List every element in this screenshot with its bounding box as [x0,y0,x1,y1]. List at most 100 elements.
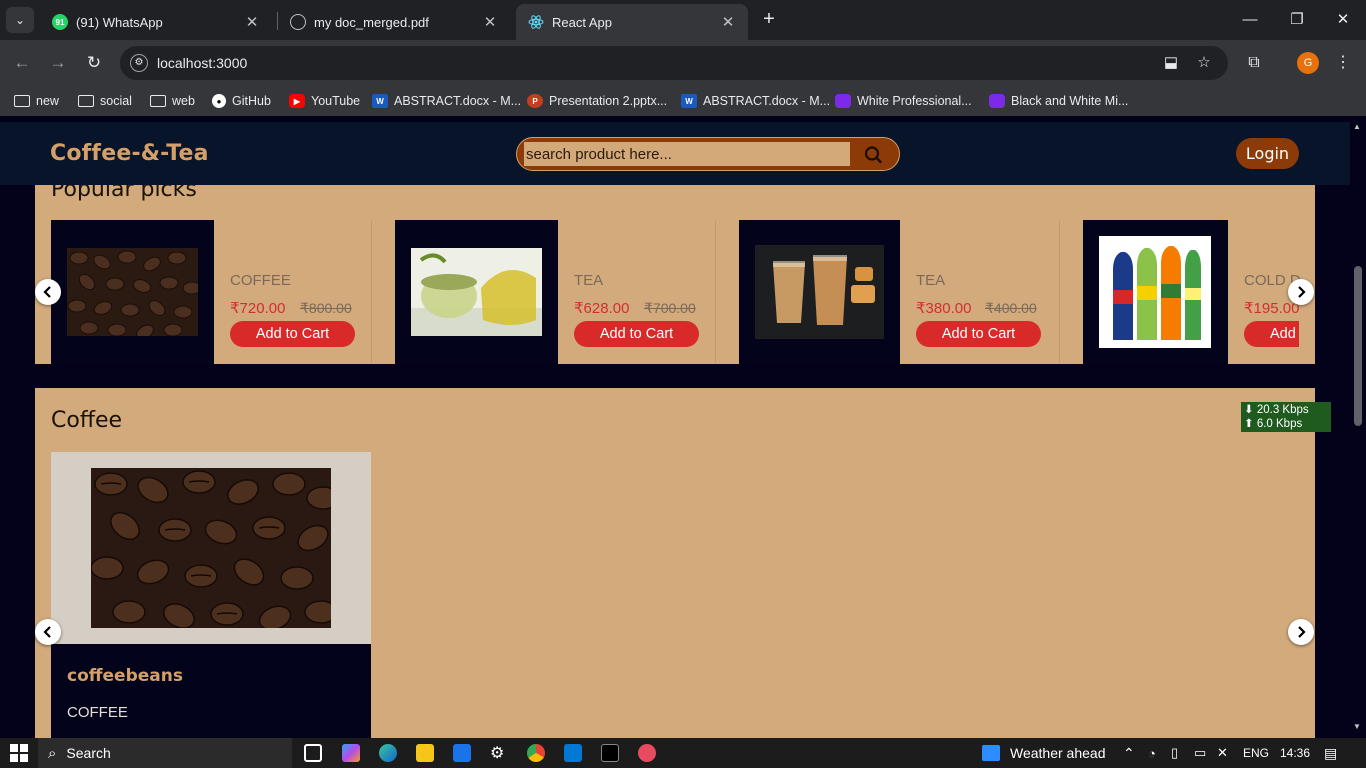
tab-react-app[interactable]: React App ✕ [516,4,748,40]
tab-whatsapp[interactable]: 91 (91) WhatsApp ✕ [40,4,272,40]
back-icon[interactable]: ← [10,51,34,75]
bookmark-github[interactable]: ● GitHub [212,91,271,111]
coffee-beans-image [67,248,198,336]
bookmark-star-icon[interactable]: ☆ [1194,54,1214,72]
product-category: COFFEE [67,704,128,721]
carousel-prev-button[interactable] [35,619,61,645]
language-indicator[interactable]: ENG [1243,743,1269,763]
weather-label: Weather ahead [1010,745,1106,761]
extensions-icon[interactable]: ⧉ [1242,51,1266,75]
product-name: coffeebeans [67,666,183,686]
green-tea-image [411,248,542,336]
volume-muted-icon[interactable]: ✕ [1217,743,1228,763]
bookmark-presentation[interactable]: P Presentation 2.pptx... [527,91,667,111]
product-image-box [395,220,558,364]
install-app-icon[interactable]: ⬓ [1161,54,1181,72]
clock[interactable]: 14:36 [1280,743,1310,763]
copilot-icon[interactable] [342,744,360,762]
bookmark-label: new [36,94,59,108]
bookmark-abstract-1[interactable]: W ABSTRACT.docx - M... [372,91,521,111]
page-viewport: Coffee-&-Tea Login Popular picks [0,116,1366,738]
search-input[interactable] [524,142,850,166]
windows-start-icon[interactable] [10,743,28,763]
bookmark-label: Presentation 2.pptx... [549,94,668,108]
profile-avatar[interactable]: G [1297,52,1319,74]
close-tab-icon[interactable]: ✕ [720,13,736,31]
add-to-cart-button[interactable]: Add [1244,321,1299,347]
search-bar [516,137,900,171]
search-icon[interactable] [859,143,887,167]
terminal-icon[interactable] [601,744,619,762]
product-card[interactable]: COLD D ₹195.00 Add [1083,220,1315,364]
bookmark-youtube[interactable]: ▶ YouTube [289,91,360,111]
scrollbar-thumb[interactable] [1354,266,1362,426]
bookmark-white-professional[interactable]: White Professional... [835,91,972,111]
product-old-price: ₹400.00 [985,300,1037,316]
folder-icon [150,95,166,107]
bookmark-folder-new[interactable]: new [14,91,59,111]
wifi-icon[interactable]: ◔ [1148,743,1156,763]
edge-icon[interactable] [379,744,397,762]
restore-icon[interactable]: ❐ [1285,8,1309,32]
close-tab-icon[interactable]: ✕ [482,13,498,31]
new-tab-button[interactable]: + [758,8,780,32]
chrome-icon[interactable] [527,744,545,762]
word-icon: W [372,94,388,108]
site-logo[interactable]: Coffee-&-Tea [50,141,209,166]
carousel-next-button[interactable] [1288,619,1314,645]
chevron-right-icon [1298,626,1306,638]
bookmark-label: social [100,94,132,108]
carousel-next-button[interactable] [1288,279,1314,305]
tab-pdf[interactable]: my doc_merged.pdf ✕ [278,4,510,40]
chevron-right-icon [1298,286,1306,298]
bookmark-black-white[interactable]: Black and White Mi... [989,91,1128,111]
add-to-cart-button[interactable]: Add to Cart [574,321,699,347]
phone-link-icon[interactable]: ▯ [1171,743,1178,763]
browser-toolbar: ← → ↻ ⚙ localhost:3000 ⬓ ☆ ⧉ G ⋮ [0,40,1366,86]
address-bar[interactable]: ⚙ localhost:3000 ⬓ ☆ [120,46,1228,80]
carousel-prev-button[interactable] [35,279,61,305]
react-icon [528,14,544,30]
forward-icon[interactable]: → [46,51,70,75]
settings-icon[interactable]: ⚙ [490,743,504,763]
close-tab-icon[interactable]: ✕ [244,13,260,31]
bookmark-label: YouTube [311,94,361,108]
bookmark-abstract-2[interactable]: W ABSTRACT.docx - M... [681,91,830,111]
product-card[interactable]: COFFEE ₹720.00 ₹800.00 Add to Cart [51,220,372,364]
site-info-icon[interactable]: ⚙ [130,54,148,72]
minimize-icon[interactable]: — [1238,8,1262,32]
chevron-left-icon [43,286,51,298]
vscode-icon[interactable] [564,744,582,762]
notifications-icon[interactable]: ▤ [1324,743,1337,763]
section-title: Coffee [51,408,123,433]
product-card[interactable]: TEA ₹628.00 ₹700.00 Add to Cart [395,220,716,364]
taskbar-search-box[interactable]: ⌕ Search [38,738,292,768]
menu-icon[interactable]: ⋮ [1331,51,1355,75]
product-image-box [51,452,371,644]
github-icon: ● [212,94,226,108]
add-to-cart-button[interactable]: Add to Cart [230,321,355,347]
login-button[interactable]: Login [1236,138,1299,169]
add-to-cart-button[interactable]: Add to Cart [916,321,1041,347]
weather-widget[interactable]: Weather ahead [982,743,1105,763]
task-view-icon[interactable] [304,744,322,762]
battery-icon[interactable]: ▭ [1194,743,1206,763]
file-explorer-icon[interactable] [416,744,434,762]
product-card[interactable]: coffeebeans COFFEE [51,452,371,738]
app-icon[interactable] [638,744,656,762]
tab-search-button[interactable]: ⌄ [6,7,34,33]
bookmark-folder-web[interactable]: web [150,91,195,111]
calendar-icon [982,745,1000,761]
bookmarks-bar: new social web ● GitHub ▶ YouTube W ABSTRAC… [0,86,1366,116]
url-text[interactable]: localhost:3000 [157,55,247,71]
page-scrollbar[interactable]: ▲ ▼ [1350,116,1366,738]
scroll-down-icon[interactable]: ▼ [1353,722,1361,731]
bookmark-label: White Professional... [857,94,972,108]
reload-icon[interactable]: ↻ [82,51,106,75]
product-card[interactable]: TEA ₹380.00 ₹400.00 Add to Cart [739,220,1060,364]
mail-icon[interactable] [453,744,471,762]
bookmark-folder-social[interactable]: social [78,91,132,111]
chevron-up-icon[interactable]: ⌃ [1123,743,1135,763]
close-window-icon[interactable]: ✕ [1331,8,1355,32]
scroll-up-icon[interactable]: ▲ [1353,122,1361,131]
